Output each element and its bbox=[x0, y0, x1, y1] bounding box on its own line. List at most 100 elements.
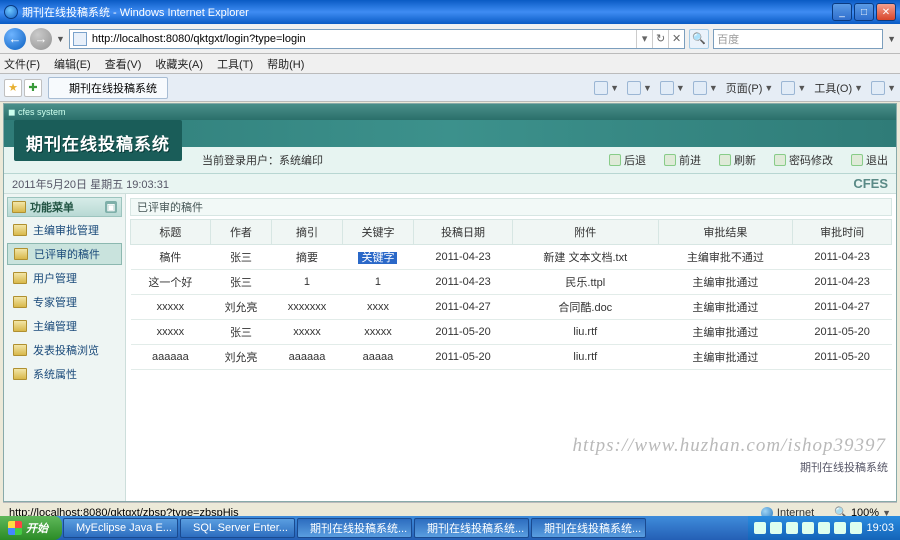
safety-tool[interactable]: ▼ bbox=[781, 81, 806, 95]
cell: 主编审批通过 bbox=[658, 270, 793, 295]
favorites-icon[interactable]: ★ bbox=[4, 79, 22, 97]
date-bar: 2011年5月20日 星期五 19:03:31 CFES bbox=[4, 174, 896, 194]
cell: 2011-04-23 bbox=[414, 245, 513, 270]
forward-button[interactable]: → bbox=[30, 28, 52, 50]
app-header: 期刊在线投稿系统 bbox=[4, 120, 896, 147]
sidebar-item-label: 专家管理 bbox=[33, 294, 77, 310]
col-date: 投稿日期 bbox=[414, 220, 513, 245]
feeds-tool[interactable]: ▼ bbox=[627, 81, 652, 95]
col-author: 作者 bbox=[210, 220, 271, 245]
browser-tab[interactable]: 期刊在线投稿系统 bbox=[48, 77, 168, 99]
app-window-header: ◼ cfes system bbox=[4, 104, 896, 120]
help-tool[interactable]: ▼ bbox=[871, 81, 896, 95]
cell: xxxxx bbox=[131, 295, 211, 320]
taskbar-button[interactable]: MyEclipse Java E... bbox=[63, 518, 178, 538]
action-exit[interactable]: 退出 bbox=[851, 152, 888, 168]
cell: 张三 bbox=[210, 270, 271, 295]
minimize-button[interactable]: _ bbox=[832, 3, 852, 21]
sidebar-item[interactable]: 用户管理 bbox=[7, 267, 122, 289]
table-row[interactable]: 稿件张三摘要关键字2011-04-23新建 文本文档.txt主编审批不通过201… bbox=[131, 245, 892, 270]
data-table: 标题 作者 摘引 关键字 投稿日期 附件 审批结果 审批时间 稿件张三摘要关键字… bbox=[130, 219, 892, 370]
app-frame: ◼ cfes system 期刊在线投稿系统 当前登录用户：系统编印 后退 前进… bbox=[3, 103, 897, 502]
action-forward[interactable]: 前进 bbox=[664, 152, 701, 168]
key-icon bbox=[774, 154, 786, 166]
sidebar-item[interactable]: 主编管理 bbox=[7, 315, 122, 337]
cell: 摘要 bbox=[272, 245, 343, 270]
search-dropdown-icon[interactable]: ▼ bbox=[887, 34, 896, 44]
close-button[interactable]: ✕ bbox=[876, 3, 896, 21]
menu-favorites[interactable]: 收藏夹(A) bbox=[155, 56, 203, 72]
cell: 2011-05-20 bbox=[414, 320, 513, 345]
col-title: 标题 bbox=[131, 220, 211, 245]
sidebar-item-label: 用户管理 bbox=[33, 270, 77, 286]
sidebar-item[interactable]: 已评审的稿件 bbox=[7, 243, 122, 265]
cell: 2011-05-20 bbox=[414, 345, 513, 370]
menu-view[interactable]: 查看(V) bbox=[105, 56, 142, 72]
system-tray[interactable]: 19:03 bbox=[748, 516, 900, 540]
address-bar[interactable]: ▾ ↻ ✕ bbox=[69, 29, 685, 49]
tray-icon[interactable] bbox=[754, 522, 766, 534]
tray-icon[interactable] bbox=[786, 522, 798, 534]
forward-icon bbox=[664, 154, 676, 166]
taskbar-button[interactable]: 期刊在线投稿系统... bbox=[414, 518, 529, 538]
sidebar-item[interactable]: 系统属性 bbox=[7, 363, 122, 385]
refresh-icon[interactable]: ↻ bbox=[652, 30, 668, 48]
maximize-button[interactable]: □ bbox=[854, 3, 874, 21]
menu-edit[interactable]: 编辑(E) bbox=[54, 56, 91, 72]
sidebar-item[interactable]: 主编审批管理 bbox=[7, 219, 122, 241]
sidebar-item-label: 发表投稿浏览 bbox=[33, 342, 99, 358]
action-password[interactable]: 密码修改 bbox=[774, 152, 833, 168]
menu-file[interactable]: 文件(F) bbox=[4, 56, 40, 72]
folder-icon bbox=[13, 368, 27, 380]
table-row[interactable]: xxxxx刘允亮xxxxxxxxxxx2011-04-27合同酷.doc主编审批… bbox=[131, 295, 892, 320]
url-input[interactable] bbox=[90, 33, 636, 45]
menu-header-icon bbox=[12, 201, 26, 213]
stop-icon[interactable]: ✕ bbox=[668, 30, 684, 48]
panel-title: 已评审的稿件 bbox=[130, 198, 892, 216]
back-button[interactable]: ← bbox=[4, 28, 26, 50]
print-tool[interactable]: ▼ bbox=[693, 81, 718, 95]
page-tools: ▼ ▼ ▼ ▼ 页面(P) ▼ ▼ 工具(O) ▼ ▼ bbox=[594, 80, 896, 96]
sidebar-item[interactable]: 发表投稿浏览 bbox=[7, 339, 122, 361]
search-go-button[interactable]: 🔍 bbox=[689, 29, 709, 49]
tools-tool[interactable]: 工具(O) ▼ bbox=[814, 80, 863, 96]
col-result: 审批结果 bbox=[658, 220, 793, 245]
page-tool[interactable]: 页面(P) ▼ bbox=[726, 80, 774, 96]
table-row[interactable]: aaaaaa刘允亮aaaaaaaaaaa2011-05-20liu.rtf主编审… bbox=[131, 345, 892, 370]
url-dropdown-icon[interactable]: ▾ bbox=[636, 30, 652, 48]
taskbar-button[interactable]: 期刊在线投稿系统... bbox=[297, 518, 412, 538]
home-tool[interactable]: ▼ bbox=[594, 81, 619, 95]
tray-icon[interactable] bbox=[850, 522, 862, 534]
taskbar-button[interactable]: 期刊在线投稿系统... bbox=[531, 518, 646, 538]
search-box[interactable]: 百度 bbox=[713, 29, 883, 49]
col-keywords: 关键字 bbox=[342, 220, 413, 245]
action-back[interactable]: 后退 bbox=[609, 152, 646, 168]
tray-icon[interactable] bbox=[818, 522, 830, 534]
menu-help[interactable]: 帮助(H) bbox=[267, 56, 304, 72]
cell: aaaaa bbox=[342, 345, 413, 370]
action-refresh[interactable]: 刷新 bbox=[719, 152, 756, 168]
nav-dropdown-icon[interactable]: ▼ bbox=[56, 34, 65, 44]
app-banner: 期刊在线投稿系统 bbox=[14, 120, 182, 161]
cell: xxxxx bbox=[342, 320, 413, 345]
tray-icon[interactable] bbox=[770, 522, 782, 534]
collapse-icon[interactable]: ▣ bbox=[105, 201, 117, 213]
table-row[interactable]: xxxxx张三xxxxxxxxxx2011-05-20liu.rtf主编审批通过… bbox=[131, 320, 892, 345]
start-button[interactable]: 开始 bbox=[0, 516, 62, 540]
taskbar-button[interactable]: SQL Server Enter... bbox=[180, 518, 295, 538]
cell: 2011-04-23 bbox=[414, 270, 513, 295]
safety-icon bbox=[781, 81, 795, 95]
menu-bar: 文件(F) 编辑(E) 查看(V) 收藏夹(A) 工具(T) 帮助(H) bbox=[0, 54, 900, 74]
add-favorite-icon[interactable]: ✚ bbox=[24, 79, 42, 97]
sidebar-header[interactable]: 功能菜单 ▣ bbox=[7, 197, 122, 217]
cell: 张三 bbox=[210, 245, 271, 270]
exit-icon bbox=[851, 154, 863, 166]
home-icon bbox=[594, 81, 608, 95]
tray-icon[interactable] bbox=[802, 522, 814, 534]
menu-tools[interactable]: 工具(T) bbox=[217, 56, 253, 72]
cell: 1 bbox=[272, 270, 343, 295]
table-row[interactable]: 这一个好张三112011-04-23民乐.ttpl主编审批通过2011-04-2… bbox=[131, 270, 892, 295]
sidebar-item[interactable]: 专家管理 bbox=[7, 291, 122, 313]
mail-tool[interactable]: ▼ bbox=[660, 81, 685, 95]
tray-icon[interactable] bbox=[834, 522, 846, 534]
